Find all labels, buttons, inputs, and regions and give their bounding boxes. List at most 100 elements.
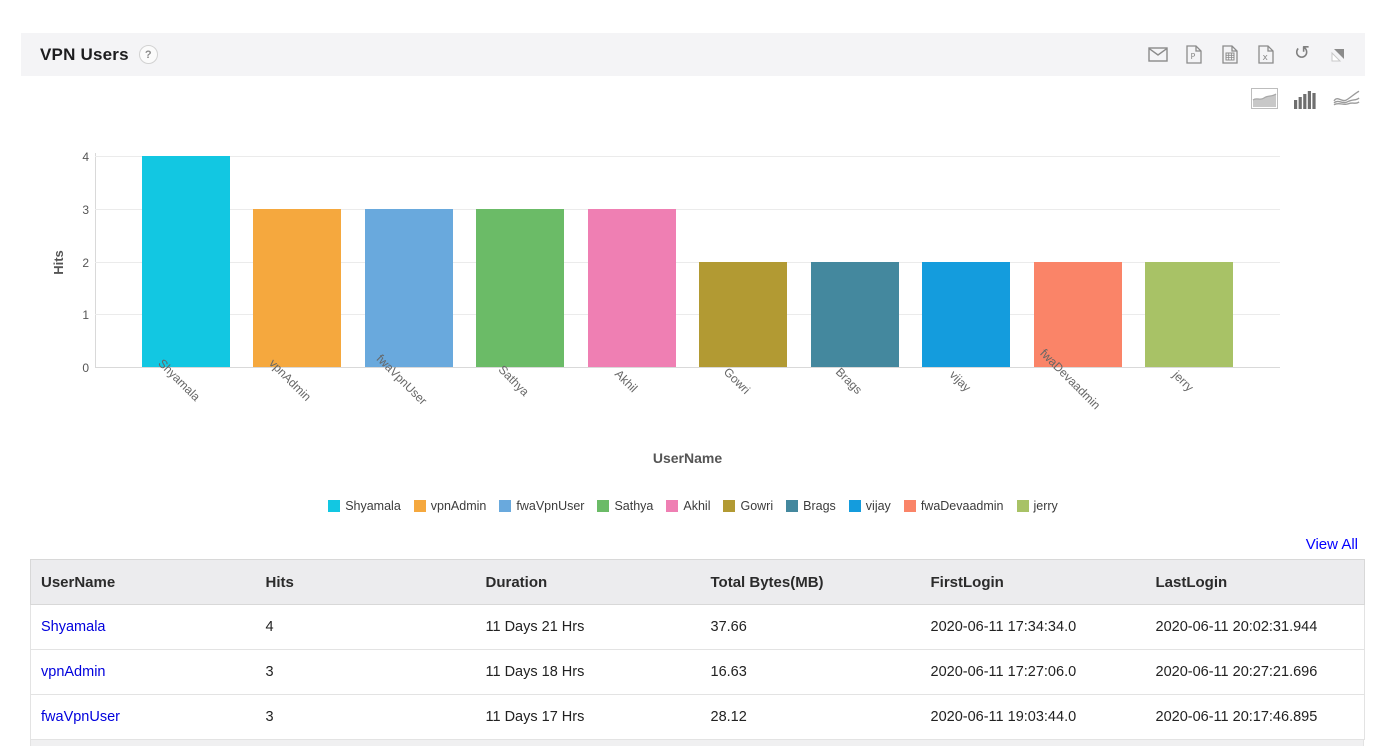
table-header-row: UserNameHitsDurationTotal Bytes(MB)First…	[31, 560, 1365, 605]
y-tick-label: 2	[59, 256, 89, 270]
bar-vijay[interactable]	[922, 262, 1010, 368]
svg-text:P: P	[1191, 52, 1196, 61]
vpn-users-table: UserNameHitsDurationTotal Bytes(MB)First…	[30, 559, 1364, 746]
csv-export-icon[interactable]	[1219, 44, 1241, 66]
column-header-username: UserName	[31, 560, 256, 605]
table-cell: 16.63	[701, 650, 921, 695]
column-header-lastlogin: LastLogin	[1146, 560, 1365, 605]
bar-slot	[130, 145, 242, 367]
bar-slot	[1022, 145, 1134, 367]
legend-item-fwaVpnUser[interactable]: fwaVpnUser	[499, 499, 584, 513]
legend-label: Akhil	[683, 499, 710, 513]
bar-vpnAdmin[interactable]	[253, 209, 341, 367]
table-cell: 4	[256, 605, 476, 650]
legend-label: Shyamala	[345, 499, 401, 513]
table-row: fwaVpnUser311 Days 17 Hrs28.122020-06-11…	[31, 695, 1365, 740]
legend-item-Gowri[interactable]: Gowri	[723, 499, 773, 513]
bar-chart-icon[interactable]	[1292, 86, 1319, 110]
column-header-hits: Hits	[256, 560, 476, 605]
bar-slot	[688, 145, 800, 367]
excel-export-icon[interactable]: x	[1255, 44, 1277, 66]
column-header-totalbytesmb: Total Bytes(MB)	[701, 560, 921, 605]
username-link[interactable]: vpnAdmin	[41, 664, 105, 680]
export-toolbar: P x ↺	[1147, 44, 1349, 66]
y-axis-line	[95, 153, 96, 367]
chart-legend: Shyamala vpnAdmin fwaVpnUser Sathya Akhil Gow…	[0, 499, 1386, 513]
bar-Sathya[interactable]	[476, 209, 564, 367]
bar-slot	[1134, 145, 1246, 367]
table-cell: 2020-06-11 20:27:21.696	[1146, 650, 1365, 695]
table-cell: 28.12	[701, 695, 921, 740]
legend-label: Sathya	[614, 499, 653, 513]
table-cell: 2020-06-11 20:02:31.944	[1146, 605, 1365, 650]
refresh-icon[interactable]: ↺	[1291, 44, 1313, 66]
legend-swatch	[499, 500, 511, 512]
legend-swatch	[328, 500, 340, 512]
y-tick-label: 1	[59, 308, 89, 322]
legend-swatch	[904, 500, 916, 512]
legend-item-Akhil[interactable]: Akhil	[666, 499, 710, 513]
svg-text:x: x	[1263, 53, 1269, 63]
help-icon[interactable]: ?	[139, 45, 158, 64]
table-cell: 11 Days 18 Hrs	[476, 650, 701, 695]
table-cell: 2020-06-11 20:17:46.895	[1146, 695, 1365, 740]
legend-label: Brags	[803, 499, 836, 513]
table-cell: 3	[256, 650, 476, 695]
legend-label: Gowri	[740, 499, 773, 513]
bar-slot	[465, 145, 577, 367]
area-chart-icon[interactable]	[1251, 86, 1278, 110]
email-icon[interactable]	[1147, 44, 1169, 66]
username-link[interactable]: fwaVpnUser	[41, 709, 120, 725]
legend-swatch	[414, 500, 426, 512]
table-cell: vpnAdmin	[31, 650, 256, 695]
line-chart-icon[interactable]	[1333, 86, 1360, 110]
table-row: vpnAdmin 311 Days 18 Hrs16.632020-06-11 1…	[31, 650, 1365, 695]
bar-slot	[799, 145, 911, 367]
table-row: Shyamala411 Days 21 Hrs37.662020-06-11 1…	[31, 605, 1365, 650]
legend-label: jerry	[1034, 499, 1058, 513]
legend-item-Shyamala[interactable]: Shyamala	[328, 499, 401, 513]
legend-label: fwaDevaadmin	[921, 499, 1004, 513]
y-tick-label: 4	[59, 150, 89, 164]
bar-fwaVpnUser[interactable]	[365, 209, 453, 367]
bar-jerry[interactable]	[1145, 262, 1233, 368]
y-tick-label: 0	[59, 361, 89, 375]
legend-swatch	[849, 500, 861, 512]
view-all-link[interactable]: View All	[1306, 536, 1358, 553]
bar-Shyamala[interactable]	[142, 156, 230, 367]
bar-Brags[interactable]	[811, 262, 899, 368]
legend-item-vijay[interactable]: vijay	[849, 499, 891, 513]
legend-label: vijay	[866, 499, 891, 513]
panel-header: VPN Users ? P x ↺	[21, 33, 1365, 76]
table-cell: 37.66	[701, 605, 921, 650]
bar-slot	[576, 145, 688, 367]
table-row-partial	[30, 740, 1364, 746]
table-cell: fwaVpnUser	[31, 695, 256, 740]
legend-item-vpnAdmin[interactable]: vpnAdmin	[414, 499, 487, 513]
legend-item-fwaDevaadmin[interactable]: fwaDevaadmin	[904, 499, 1004, 513]
legend-swatch	[666, 500, 678, 512]
legend-item-Brags[interactable]: Brags	[786, 499, 836, 513]
table-cell: Shyamala	[31, 605, 256, 650]
bar-chart: 01234 ShyamalavpnAdminfwaVpnUserSathyaAk…	[95, 145, 1280, 367]
table-cell: 2020-06-11 17:27:06.0	[921, 650, 1146, 695]
expand-icon[interactable]	[1327, 44, 1349, 66]
x-tick-label-Gowri: Gowri	[721, 365, 753, 397]
legend-swatch	[1017, 500, 1029, 512]
table-cell: 11 Days 17 Hrs	[476, 695, 701, 740]
bar-slot	[242, 145, 354, 367]
legend-item-Sathya[interactable]: Sathya	[597, 499, 653, 513]
legend-item-jerry[interactable]: jerry	[1017, 499, 1058, 513]
bar-Gowri[interactable]	[699, 262, 787, 368]
x-axis-title: UserName	[95, 450, 1280, 466]
bar-slot	[911, 145, 1023, 367]
legend-label: vpnAdmin	[431, 499, 487, 513]
username-link[interactable]: Shyamala	[41, 619, 105, 635]
legend-swatch	[786, 500, 798, 512]
legend-swatch	[597, 500, 609, 512]
pdf-export-icon[interactable]: P	[1183, 44, 1205, 66]
x-tick-label-jerry: jerry	[1170, 368, 1196, 394]
bar-Akhil[interactable]	[588, 209, 676, 367]
page-title: VPN Users	[40, 45, 129, 65]
vpn-users-widget: VPN Users ? P x ↺	[0, 0, 1386, 749]
